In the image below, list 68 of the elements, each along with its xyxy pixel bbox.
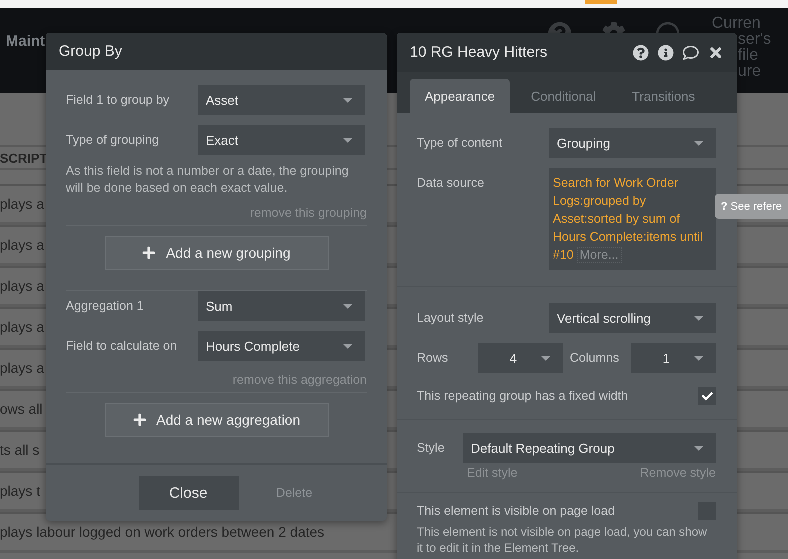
table-cell: plays a xyxy=(0,196,44,212)
caret-icon xyxy=(694,140,704,146)
comment-icon[interactable] xyxy=(683,44,699,60)
user-label: Curren xyxy=(712,16,762,32)
dropdown[interactable]: Exact xyxy=(198,125,365,155)
visibility-note: This element is not visible on page load, you can show it to edit it in the Element Tree. xyxy=(417,524,708,556)
table-cell: ows all xyxy=(0,401,43,417)
field-label: Type of content xyxy=(417,136,504,150)
tab[interactable]: Conditional xyxy=(516,79,612,113)
checkbox-label: This repeating group has a fixed width xyxy=(417,389,628,403)
table-cell: plays t xyxy=(0,483,40,499)
dropdown[interactable]: Asset xyxy=(198,85,365,115)
field-label: Data source xyxy=(417,176,486,190)
help-glyph: ? xyxy=(721,200,728,212)
close-button[interactable]: Close xyxy=(138,476,238,510)
add-aggregation-button[interactable]: Add a new aggregation xyxy=(104,403,328,437)
field-label: Columns xyxy=(570,351,620,365)
panel-title: Group By xyxy=(59,43,124,60)
add-grouping-button[interactable]: Add a new grouping xyxy=(104,236,328,270)
app-title: Maint xyxy=(6,33,46,50)
caret-icon xyxy=(694,356,704,360)
data-source-expression[interactable]: Search for Work Order Logs:grouped by Asset:sorted by sum of Hours Complete:items until #10 More... xyxy=(549,168,716,270)
tooltip-text: See refere xyxy=(730,200,782,212)
checkbox-label: This element is visible on page load xyxy=(417,504,616,518)
dropdown[interactable]: Grouping xyxy=(549,128,716,158)
plus-icon xyxy=(132,413,146,427)
more-link[interactable]: More... xyxy=(576,247,622,263)
caret-icon xyxy=(343,344,353,348)
dropdown[interactable]: Hours Complete xyxy=(198,331,365,361)
table-cell: plays a xyxy=(0,237,44,253)
table-cell: plays a xyxy=(0,319,44,335)
accent-bar xyxy=(585,0,617,4)
field-label: Layout style xyxy=(417,311,485,325)
field-label: Rows xyxy=(417,351,450,365)
table-cell: plays a xyxy=(0,278,44,294)
dropdown[interactable]: Default Repeating Group xyxy=(463,433,716,463)
help-icon[interactable] xyxy=(633,44,649,60)
caret-icon xyxy=(694,446,704,450)
user-label: file xyxy=(738,48,760,64)
tab[interactable]: Transitions xyxy=(617,79,710,113)
panel-title: 10 RG Heavy Hitters xyxy=(410,44,549,61)
caret-icon xyxy=(343,98,353,102)
field-label: Field to calculate on xyxy=(66,339,178,353)
user-label: ure xyxy=(738,64,762,80)
dropdown[interactable]: 1 xyxy=(631,343,716,373)
close-icon[interactable] xyxy=(708,44,724,60)
field-label: Aggregation 1 xyxy=(66,299,145,313)
checkbox[interactable] xyxy=(698,387,716,405)
field-label: Type of grouping xyxy=(66,133,160,147)
column-heading: SCRIPT xyxy=(0,151,48,166)
grouping-note: As this field is not a number or a date, the grouping will be done based on each exact value. xyxy=(66,163,350,197)
dropdown[interactable]: 4 xyxy=(478,343,563,373)
check-icon xyxy=(702,390,712,402)
user-label: ser's xyxy=(738,32,772,48)
table-cell: plays a xyxy=(0,360,44,376)
table-cell: plays labour logged on work orders between 2 dates xyxy=(0,524,325,540)
table-cell: ts all s xyxy=(0,442,40,458)
caret-icon xyxy=(541,356,551,360)
field-label: Style xyxy=(417,441,446,455)
tab[interactable]: Appearance xyxy=(410,79,510,113)
caret-icon xyxy=(343,304,353,308)
dropdown[interactable]: Sum xyxy=(198,291,365,321)
caret-icon xyxy=(694,316,704,320)
dropdown[interactable]: Vertical scrolling xyxy=(549,303,716,333)
plus-icon xyxy=(142,246,156,260)
field-label: Field 1 to group by xyxy=(66,93,171,107)
info-icon[interactable] xyxy=(658,44,674,60)
caret-icon xyxy=(343,138,353,142)
